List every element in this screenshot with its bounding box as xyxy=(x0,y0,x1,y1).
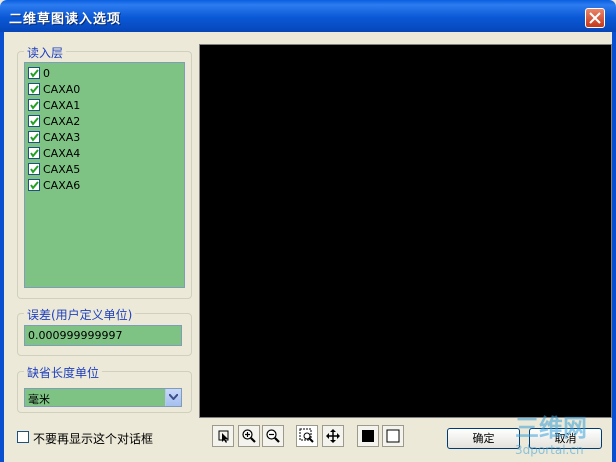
watermark-url: 3dportal.cn xyxy=(515,443,584,457)
layer-label: CAXA0 xyxy=(43,83,81,96)
white-background-button[interactable] xyxy=(382,425,404,447)
layer-checkbox[interactable] xyxy=(28,179,40,191)
checkmark-icon xyxy=(30,69,39,78)
layer-label: CAXA4 xyxy=(43,147,81,160)
layer-label: CAXA1 xyxy=(43,99,81,112)
zoom-window-icon xyxy=(299,428,314,443)
window-frame-right xyxy=(612,32,616,462)
layer-list[interactable]: 0 CAXA0 CAXA1 CAXA2 CAXA3 CAXA4 CAXA5 CA… xyxy=(24,62,185,288)
preview-canvas[interactable] xyxy=(199,44,612,418)
window-frame-left xyxy=(0,32,4,462)
layer-checkbox[interactable] xyxy=(28,67,40,79)
layer-label: CAXA3 xyxy=(43,131,81,144)
unit-dropdown-button[interactable] xyxy=(165,389,181,406)
zoom-in-icon xyxy=(242,429,256,443)
checkmark-icon xyxy=(30,149,39,158)
black-square-icon xyxy=(362,430,374,442)
layer-checkbox[interactable] xyxy=(28,163,40,175)
site-watermark: 三维网 3dportal.cn xyxy=(515,414,587,457)
layer-label: CAXA5 xyxy=(43,163,81,176)
checkmark-icon xyxy=(30,165,39,174)
checkmark-icon xyxy=(30,85,39,94)
layers-group-label: 读入层 xyxy=(24,44,67,61)
pan-button[interactable] xyxy=(322,425,344,447)
unit-select-value: 毫米 xyxy=(28,393,50,406)
layer-checkbox[interactable] xyxy=(28,147,40,159)
tolerance-input[interactable]: 0.000999999997 xyxy=(24,325,182,346)
pan-icon xyxy=(326,429,340,443)
title-bar[interactable]: 二维草图读入选项 xyxy=(0,0,616,32)
black-background-button[interactable] xyxy=(357,425,379,447)
zoom-out-button[interactable] xyxy=(262,425,284,447)
layer-label: CAXA6 xyxy=(43,179,81,192)
checkmark-icon xyxy=(30,117,39,126)
layer-checkbox[interactable] xyxy=(28,131,40,143)
chevron-down-icon xyxy=(169,394,178,400)
zoom-out-icon xyxy=(266,429,280,443)
dont-show-checkbox[interactable] xyxy=(17,431,29,443)
window-title: 二维草图读入选项 xyxy=(9,12,122,27)
layer-label: CAXA2 xyxy=(43,115,81,128)
unit-group-label: 缺省长度单位 xyxy=(24,364,103,381)
dialog-window: 二维草图读入选项 读入层 0 CAXA0 CAXA1 CAXA2 CAXA3 C… xyxy=(0,0,616,462)
layer-label: 0 xyxy=(43,67,50,80)
select-tool-button[interactable] xyxy=(212,425,234,447)
checkmark-icon xyxy=(30,101,39,110)
layer-checkbox[interactable] xyxy=(28,99,40,111)
tolerance-group-label: 误差(用户定义单位) xyxy=(24,306,136,323)
dont-show-label: 不要再显示这个对话框 xyxy=(33,432,154,446)
zoom-window-button[interactable] xyxy=(296,425,318,447)
white-square-icon xyxy=(386,429,400,443)
layer-checkbox[interactable] xyxy=(28,115,40,127)
close-icon xyxy=(589,12,601,24)
unit-select[interactable]: 毫米 xyxy=(24,388,182,407)
select-arrow-icon xyxy=(218,430,229,443)
layer-checkbox[interactable] xyxy=(28,83,40,95)
checkmark-icon xyxy=(30,133,39,142)
watermark-title: 三维网 xyxy=(515,414,587,442)
close-button[interactable] xyxy=(585,8,605,28)
checkmark-icon xyxy=(30,181,39,190)
zoom-in-button[interactable] xyxy=(238,425,260,447)
ok-button[interactable]: 确定 xyxy=(447,428,520,449)
